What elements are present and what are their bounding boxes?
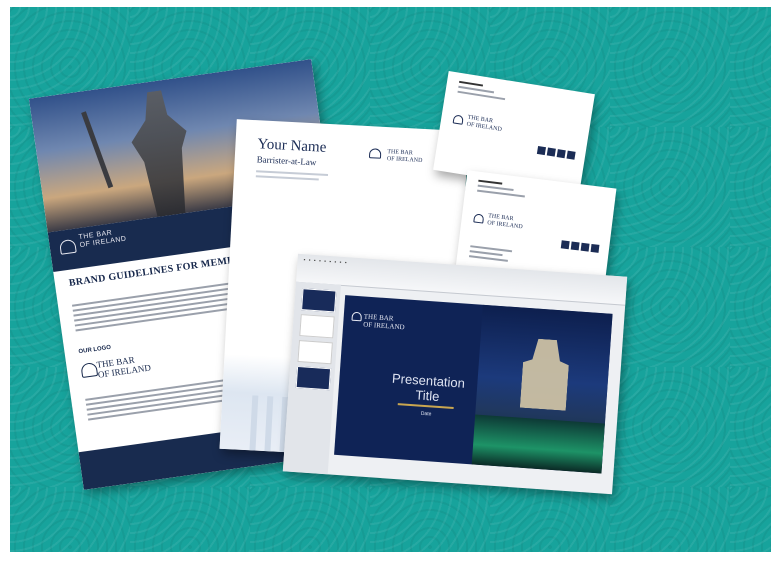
letterhead-name: Your Name <box>257 136 327 156</box>
logo-section-heading: OUR LOGO <box>78 344 112 356</box>
social-icons[interactable] <box>560 240 600 253</box>
logo-line: OF IRELAND <box>362 320 405 332</box>
bar-of-ireland-dome-icon <box>58 238 77 255</box>
slide-thumbnail[interactable] <box>295 365 332 391</box>
statue-shape <box>119 86 206 220</box>
slide-date: Date <box>420 410 432 418</box>
bar-of-ireland-dome-icon <box>80 361 99 379</box>
brochure-logo-sample: THE BAR OF IRELAND <box>96 353 152 380</box>
building-shape <box>520 338 571 411</box>
signature-logo: THE BAR OF IRELAND <box>466 115 503 134</box>
slide-title: Presentation Title <box>382 370 474 406</box>
letterhead-role: Barrister-at-Law <box>256 154 317 168</box>
bar-of-ireland-dome-icon <box>368 148 382 159</box>
bar-of-ireland-dome-icon <box>473 213 485 224</box>
letterhead-logo: THE BAR OF IRELAND <box>387 149 423 165</box>
title-slide[interactable]: THE BAR OF IRELAND Presentation Title Da… <box>334 295 613 474</box>
slide-thumbnail[interactable] <box>297 340 333 365</box>
slide-thumbnail[interactable] <box>301 288 337 313</box>
signature-detail-lines <box>468 245 530 267</box>
logo-line: OF IRELAND <box>386 156 423 164</box>
four-courts-photo <box>471 304 613 474</box>
river-shape <box>471 414 605 474</box>
letterhead-address-lines <box>255 170 346 185</box>
signature-logo: THE BAR OF IRELAND <box>487 213 524 231</box>
slide-logo: THE BAR OF IRELAND <box>363 313 405 332</box>
ribbon-tabs[interactable]: ▪ ▪ ▪ ▪ ▪ ▪ ▪ ▪ ▪ <box>303 257 347 266</box>
slide-thumbnail[interactable] <box>299 314 335 339</box>
social-icons[interactable] <box>536 145 576 160</box>
bar-of-ireland-dome-icon <box>351 311 363 322</box>
bar-of-ireland-dome-icon <box>452 114 464 125</box>
presentation-window: ▪ ▪ ▪ ▪ ▪ ▪ ▪ ▪ ▪ THE BAR OF IRELAND Pre… <box>282 253 628 495</box>
sword-shape <box>81 111 114 189</box>
teal-background: THE BAR OF IRELAND BRAND GUIDELINES FOR … <box>10 7 771 552</box>
brochure-logo-text: THE BAR OF IRELAND <box>78 228 127 250</box>
signature-name-lines <box>457 80 519 105</box>
signature-name-lines <box>477 179 538 202</box>
